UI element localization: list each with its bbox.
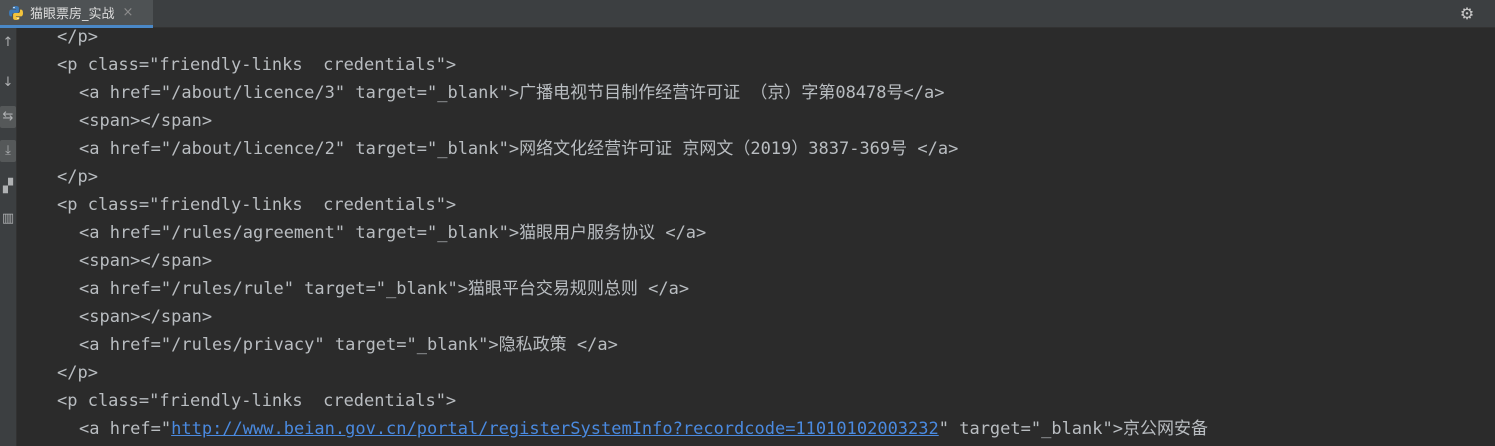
- python-icon: [8, 5, 24, 21]
- console-line: <a href="http://www.beian.gov.cn/portal/…: [79, 415, 1208, 443]
- console-line: <p class="friendly-links credentials">: [57, 195, 457, 215]
- scroll-down-icon[interactable]: ↓: [0, 72, 16, 94]
- console-line: <span></span>: [79, 251, 213, 271]
- console-line: <p class="friendly-links credentials">: [57, 391, 457, 411]
- line-suffix: " target="_blank">京公网安备: [938, 419, 1208, 439]
- trash-icon[interactable]: ▥: [0, 208, 16, 230]
- console-line: <span></span>: [79, 111, 213, 131]
- console-line: <span></span>: [79, 307, 213, 327]
- console-line: </p>: [57, 28, 98, 47]
- print-icon[interactable]: ▞: [0, 176, 16, 198]
- tab-title: 猫眼票房_实战: [30, 7, 115, 22]
- soft-wrap-icon[interactable]: ⇆: [0, 106, 16, 128]
- console-line: <a href="/about/licence/3" target="_blan…: [79, 83, 945, 103]
- line-prefix: <a href=": [79, 419, 172, 439]
- console-line: <p class="friendly-links credentials">: [57, 55, 457, 75]
- gear-icon[interactable]: ⚙: [1457, 4, 1477, 24]
- console-line: <a href="/about/licence/2" target="_blan…: [79, 139, 959, 159]
- console-toolbar: ↑ ↓ ⇆ ⤓ ▞ ▥: [0, 28, 17, 446]
- console-line: <a href="/rules/privacy" target="_blank"…: [79, 335, 618, 355]
- close-icon[interactable]: ×: [123, 5, 134, 20]
- tab-bar: 猫眼票房_实战 × ⚙: [0, 0, 1495, 28]
- run-tab[interactable]: 猫眼票房_实战 ×: [0, 0, 153, 28]
- ide-window: 猫眼票房_实战 × ⚙ ↑ ↓ ⇆ ⤓ ▞ ▥ </p> <p class="f…: [0, 0, 1495, 446]
- scroll-to-end-icon[interactable]: ⤓: [0, 140, 16, 162]
- console-line: <a href="/rules/agreement" target="_blan…: [79, 223, 707, 243]
- scroll-up-icon[interactable]: ↑: [0, 32, 16, 54]
- console-line: <a href="/rules/rule" target="_blank">猫眼…: [79, 279, 690, 299]
- console-line: </p>: [57, 363, 98, 383]
- console-line: </p>: [57, 167, 98, 187]
- console-output[interactable]: </p> <p class="friendly-links credential…: [18, 28, 1495, 446]
- console-hyperlink[interactable]: http://www.beian.gov.cn/portal/registerS…: [171, 419, 939, 439]
